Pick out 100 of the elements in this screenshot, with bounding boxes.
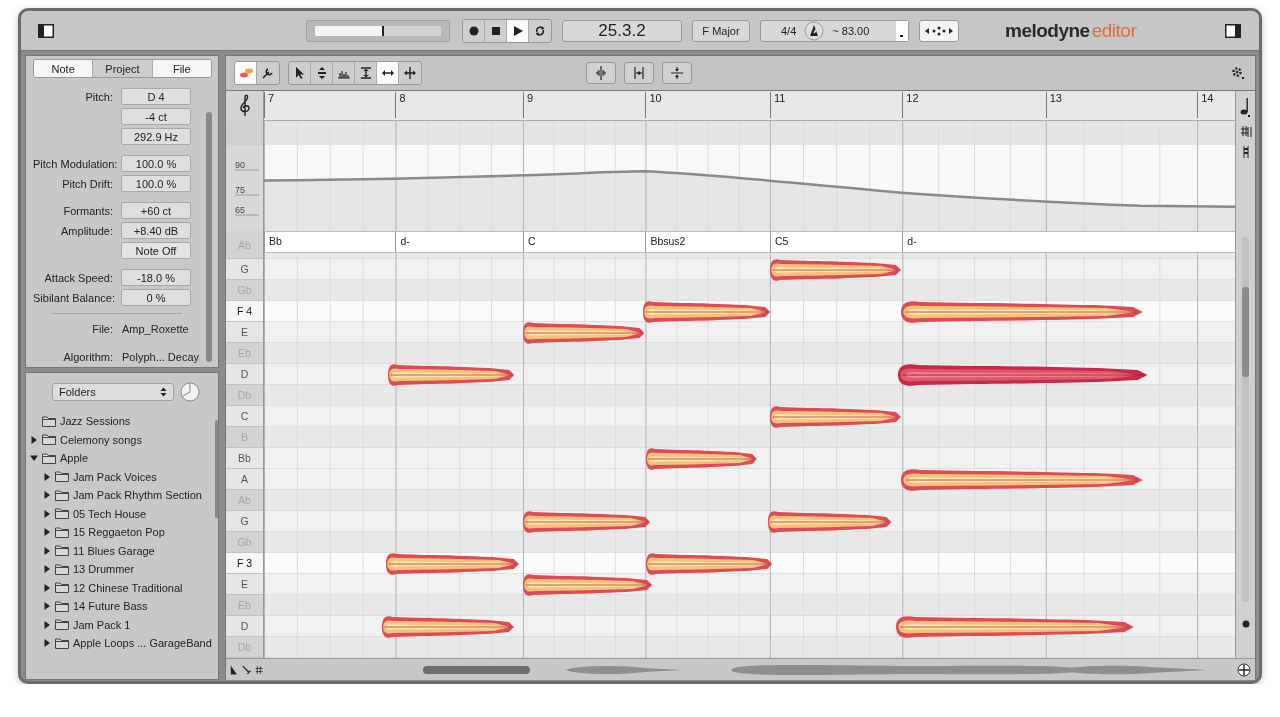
collapsed-arrow-icon[interactable] <box>43 509 51 518</box>
note-off-button[interactable]: Note Off <box>121 242 191 259</box>
tool-button[interactable] <box>355 62 377 84</box>
note-blob[interactable] <box>523 508 651 535</box>
treble-clef-icon[interactable] <box>237 94 252 118</box>
scrollbar[interactable] <box>214 420 218 518</box>
metronome-icon[interactable] <box>804 20 825 41</box>
value-field[interactable]: 292.9 Hz <box>121 128 191 145</box>
note-blob[interactable] <box>898 361 1148 388</box>
piano-key[interactable]: F 4 <box>226 301 263 322</box>
crosshair-icon[interactable] <box>1237 662 1251 677</box>
value-field[interactable]: D 4 <box>121 88 191 105</box>
note-blob[interactable] <box>642 298 770 325</box>
scale-icon[interactable] <box>1240 145 1251 159</box>
tool-button[interactable] <box>311 62 333 84</box>
sharps-icon[interactable] <box>1239 125 1252 137</box>
record-button[interactable] <box>463 19 485 42</box>
piano-key[interactable]: E <box>226 574 263 595</box>
note-blob[interactable] <box>767 508 892 535</box>
tool-button[interactable] <box>399 62 421 84</box>
tool-button[interactable] <box>257 62 279 84</box>
collapsed-arrow-icon[interactable] <box>43 620 51 629</box>
note-blob[interactable] <box>769 256 901 283</box>
folder-item[interactable]: 13 Drummer <box>73 563 135 576</box>
piano-key[interactable]: A <box>226 469 263 490</box>
value-field[interactable]: -4 ct <box>121 108 191 125</box>
macro-button[interactable] <box>624 62 654 84</box>
chord-label[interactable]: d- <box>902 232 1198 252</box>
scrollbar[interactable] <box>206 112 212 362</box>
value-field[interactable]: 100.0 % <box>121 175 191 192</box>
zoom-scrollbar[interactable] <box>1242 237 1249 602</box>
note-blob[interactable] <box>523 571 653 598</box>
value-field[interactable]: 0 % <box>121 289 191 306</box>
folders-dropdown[interactable]: Folders <box>52 383 174 401</box>
note-value-icon[interactable] <box>1239 97 1252 117</box>
note-blob[interactable] <box>382 613 515 640</box>
collapsed-arrow-icon[interactable] <box>43 528 51 537</box>
folder-item[interactable]: Jam Pack Rhythm Section <box>73 489 202 502</box>
play-button[interactable] <box>507 19 529 42</box>
folder-item[interactable]: 15 Reggaeton Pop <box>73 526 165 539</box>
tool-button[interactable] <box>289 62 311 84</box>
piano-key[interactable]: F 3 <box>226 553 263 574</box>
chord-label[interactable]: d- <box>395 232 523 252</box>
chord-label[interactable]: C5 <box>769 232 903 252</box>
chord-label[interactable]: Bbsus2 <box>645 232 770 252</box>
collapsed-arrow-icon[interactable] <box>43 472 51 481</box>
tool-button[interactable] <box>377 62 399 84</box>
collapsed-arrow-icon[interactable] <box>43 639 51 648</box>
piano-key[interactable]: E <box>226 322 263 343</box>
transport-slider[interactable] <box>306 19 450 42</box>
amplitude-curve-drawing[interactable] <box>264 145 1235 231</box>
note-blob[interactable] <box>386 550 520 577</box>
stop-button[interactable] <box>485 19 507 42</box>
note-blob[interactable] <box>523 319 645 346</box>
note-blob[interactable] <box>900 298 1143 325</box>
piano-key[interactable]: G <box>226 259 263 280</box>
sharps-icon[interactable] <box>254 663 264 676</box>
value-field[interactable]: 100.0 % <box>121 155 191 172</box>
note-blob[interactable] <box>769 403 901 430</box>
piano-key[interactable]: G <box>226 511 263 532</box>
value-field[interactable]: +60 ct <box>121 202 191 219</box>
inspector-tab[interactable]: Project <box>93 60 153 77</box>
collapsed-arrow-icon[interactable] <box>43 565 51 574</box>
loop-button[interactable] <box>529 19 551 42</box>
tool-icon[interactable] <box>241 663 251 676</box>
collapsed-arrow-icon[interactable] <box>30 435 38 444</box>
piano-key[interactable]: D <box>226 616 263 637</box>
zoom-handle[interactable] <box>1241 620 1250 628</box>
collapsed-arrow-icon[interactable] <box>43 583 51 592</box>
note-blob[interactable] <box>896 613 1134 640</box>
macro-button[interactable] <box>586 62 616 84</box>
piano-key[interactable]: D <box>226 364 263 385</box>
folder-item[interactable]: 11 Blues Garage <box>73 544 155 557</box>
folder-item[interactable]: Apple <box>60 452 89 465</box>
folder-item[interactable]: Jazz Sessions <box>60 415 131 428</box>
dropdown-icon[interactable] <box>896 20 908 41</box>
macro-button[interactable] <box>662 62 692 84</box>
pie-icon[interactable] <box>180 382 200 402</box>
inspector-tab[interactable]: Note <box>34 60 94 77</box>
folder-item[interactable]: Jam Pack Voices <box>73 470 157 483</box>
chord-label[interactable]: C <box>522 232 646 252</box>
note-blob[interactable] <box>645 550 772 577</box>
piano-key[interactable]: Bb <box>226 448 263 469</box>
note-blob[interactable] <box>900 466 1143 493</box>
folder-item[interactable]: Apple Loops ... GarageBand <box>73 637 212 650</box>
note-blob[interactable] <box>388 361 515 388</box>
folder-item[interactable]: Jam Pack 1 <box>73 618 131 631</box>
folder-item[interactable]: 14 Future Bass <box>73 600 148 613</box>
collapsed-arrow-icon[interactable] <box>43 546 51 555</box>
piano-key[interactable]: C <box>226 406 263 427</box>
panel-toggle-icon[interactable] <box>1225 23 1241 38</box>
value-field[interactable]: -18.0 % <box>121 269 191 286</box>
note-blob[interactable] <box>645 445 757 472</box>
collapsed-arrow-icon[interactable] <box>43 602 51 611</box>
settings-icon[interactable] <box>1231 66 1245 80</box>
chord-label[interactable]: Bb <box>264 232 396 252</box>
dots-button[interactable] <box>919 19 959 42</box>
value-field[interactable]: +8.40 dB <box>121 222 191 239</box>
expanded-arrow-icon[interactable] <box>30 454 38 463</box>
folder-item[interactable]: 05 Tech House <box>73 507 147 520</box>
